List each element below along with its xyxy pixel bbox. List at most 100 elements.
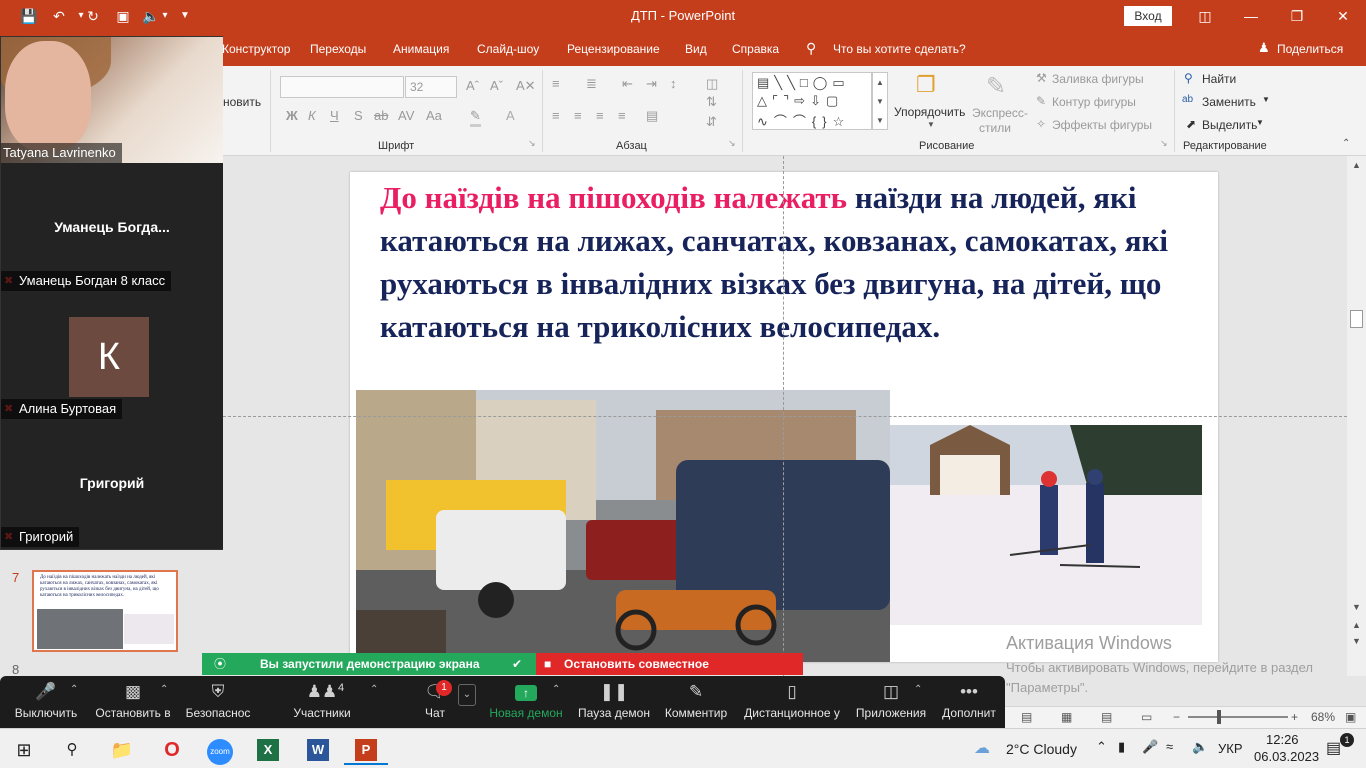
remote-control-button[interactable]: ▯ Дистанционное у [742, 676, 842, 728]
notifications-icon[interactable]: ▤ [1326, 738, 1341, 758]
align-text-icon[interactable]: ⇵ [706, 114, 717, 130]
participant-tile[interactable]: Григорий ✖ Григорий [1, 421, 223, 549]
participants-button[interactable]: ♟♟ Участники [288, 676, 356, 728]
shape-effects-button[interactable]: Эффекты фигуры [1052, 118, 1152, 132]
zoom-out-button[interactable]: − [1173, 710, 1180, 724]
replace-button[interactable]: Заменить [1202, 95, 1256, 109]
speaker-icon[interactable]: 🔈 [1192, 739, 1208, 755]
tab-view[interactable]: Вид [685, 42, 707, 56]
signin-button[interactable]: Вход [1124, 6, 1172, 26]
font-size-combo[interactable]: 32 [405, 76, 457, 98]
bullets-icon[interactable]: ≡ [552, 76, 560, 91]
slide-sorter-icon[interactable]: ▦ [1061, 710, 1072, 724]
clock-time[interactable]: 12:26 [1266, 732, 1299, 747]
opera-icon[interactable]: O [150, 735, 194, 765]
scroll-down-icon[interactable]: ▼ [1347, 602, 1366, 612]
share-button[interactable]: Поделиться [1277, 42, 1343, 56]
font-color-button[interactable]: A [506, 108, 515, 123]
tab-animations[interactable]: Анимация [393, 42, 449, 56]
apps-caret-icon[interactable]: ⌃ [914, 684, 922, 695]
annotate-button[interactable]: ✎ Комментир [662, 676, 730, 728]
tell-me-search[interactable]: Что вы хотите сделать? [833, 42, 966, 56]
tray-expand-icon[interactable]: ⌃ [1096, 739, 1107, 755]
replace-dropdown-icon[interactable]: ▼ [1262, 95, 1270, 104]
stop-share-button[interactable]: ■ Остановить совместное использование [536, 653, 803, 693]
zoom-slider-thumb[interactable] [1217, 710, 1221, 724]
shrink-font-icon[interactable]: Aˇ [490, 78, 503, 93]
font-name-combo[interactable] [280, 76, 404, 98]
close-icon[interactable]: ✕ [1320, 4, 1366, 28]
shapes-gallery[interactable]: ▤╲╲□◯▭ △⌜⌝⇨⇩▢ ∿⌒⌒{}☆ [752, 72, 872, 130]
arrange-icon[interactable]: ❐ [916, 72, 936, 98]
slide-text-box[interactable]: До наїздів на пішоходів належать наїзди … [380, 176, 1210, 348]
clock-date[interactable]: 06.03.2023 [1254, 749, 1319, 764]
microphone-tray-icon[interactable]: 🎤 [1142, 739, 1158, 755]
tab-transitions[interactable]: Переходы [310, 42, 366, 56]
increase-indent-icon[interactable]: ⇥ [646, 76, 657, 92]
align-right-icon[interactable]: ≡ [596, 108, 604, 123]
screen-share-banner[interactable]: ⦿ Вы запустили демонстрацию экрана ✔ [202, 653, 536, 675]
powerpoint-icon[interactable]: P [344, 735, 388, 765]
drawing-dialog-icon[interactable]: ↘ [1160, 138, 1168, 149]
chat-caret-icon[interactable]: ⌄ [458, 684, 476, 706]
columns-icon[interactable]: ◫ [706, 76, 718, 92]
zoom-icon[interactable]: zoom [198, 735, 242, 765]
arrange-button[interactable]: Упорядочить [894, 105, 965, 119]
slideshow-view-icon[interactable]: ▭ [1141, 710, 1152, 724]
participant-tile[interactable]: Tatyana Lavrinenko [1, 37, 223, 165]
quick-styles-label-1[interactable]: Экспресс- [972, 106, 1028, 120]
tab-design[interactable]: Конструктор [222, 42, 290, 56]
security-button[interactable]: ⛨ Безопаснос [182, 676, 254, 728]
highlight-button[interactable]: ✎ [470, 108, 481, 127]
scroll-up-icon[interactable]: ▲ [1347, 160, 1366, 170]
minimize-icon[interactable]: — [1228, 4, 1274, 28]
grow-font-icon[interactable]: Aˆ [466, 78, 479, 93]
language-indicator[interactable]: УКР [1218, 741, 1243, 756]
find-button[interactable]: Найти [1202, 72, 1236, 86]
shapes-gallery-scroll[interactable]: ▲ ▼ ▼ [872, 72, 888, 130]
scroll-thumb[interactable] [1350, 310, 1363, 328]
tab-review[interactable]: Рецензирование [567, 42, 660, 56]
share-pin-icon[interactable]: ⦿ [214, 653, 226, 675]
accident-photo[interactable] [356, 390, 890, 662]
shape-outline-button[interactable]: Контур фигуры [1052, 95, 1136, 109]
reading-view-icon[interactable]: ▤ [1101, 710, 1112, 724]
skiing-photo[interactable] [890, 425, 1202, 625]
file-explorer-icon[interactable]: 📁 [100, 735, 144, 765]
fit-to-window-icon[interactable]: ▣ [1345, 710, 1356, 724]
participant-tile[interactable]: Уманець Богда... ✖ Уманець Богдан 8 клас… [1, 165, 223, 293]
columns2-icon[interactable]: ▤ [646, 108, 658, 124]
slide-thumbnail-7[interactable]: До наїздів на пішоходів належать наїзди … [32, 570, 178, 652]
font-dialog-icon[interactable]: ↘ [528, 138, 536, 149]
ribbon-display-icon[interactable]: ◫ [1182, 4, 1228, 28]
strikethrough-button[interactable]: ab [374, 108, 388, 123]
change-case-button[interactable]: Aa [426, 108, 442, 123]
shadow-button[interactable]: S [354, 108, 363, 123]
weather-text[interactable]: 2°C Cloudy [1006, 741, 1077, 757]
bold-button[interactable]: Ж [286, 108, 298, 123]
word-icon[interactable]: W [296, 735, 340, 765]
quick-styles-label-2[interactable]: стили [979, 121, 1011, 135]
more-button[interactable]: ••• Дополнит [938, 676, 1000, 728]
video-options-caret-icon[interactable]: ⌃ [160, 684, 168, 695]
clear-format-icon[interactable]: A✕ [516, 78, 536, 94]
excel-icon[interactable]: X [246, 735, 290, 765]
windows-start-icon[interactable]: ⊞ [2, 735, 46, 765]
share-options-caret-icon[interactable]: ⌃ [552, 684, 560, 695]
battery-icon[interactable]: ▮ [1118, 739, 1125, 755]
justify-icon[interactable]: ≡ [618, 108, 626, 123]
clipboard-partial-label[interactable]: новить [223, 95, 261, 109]
slide-canvas[interactable]: До наїздів на пішоходів належать наїзди … [350, 172, 1218, 662]
char-spacing-button[interactable]: AV [398, 108, 414, 123]
decrease-indent-icon[interactable]: ⇤ [622, 76, 633, 92]
quick-styles-icon[interactable]: ✎ [986, 72, 1006, 101]
participant-tile[interactable]: К ✖ Алина Буртовая [1, 293, 223, 421]
audio-options-caret-icon[interactable]: ⌃ [70, 684, 78, 695]
normal-view-icon[interactable]: ▤ [1021, 710, 1032, 724]
align-left-icon[interactable]: ≡ [552, 108, 560, 123]
collapse-ribbon-icon[interactable]: ⌃ [1342, 138, 1350, 149]
shape-fill-button[interactable]: Заливка фигуры [1052, 72, 1144, 86]
vertical-scrollbar[interactable]: ▲ ▼ ▲ ▼ [1347, 156, 1366, 676]
arrange-dropdown-icon[interactable]: ▼ [927, 120, 935, 129]
participants-caret-icon[interactable]: ⌃ [370, 684, 378, 695]
